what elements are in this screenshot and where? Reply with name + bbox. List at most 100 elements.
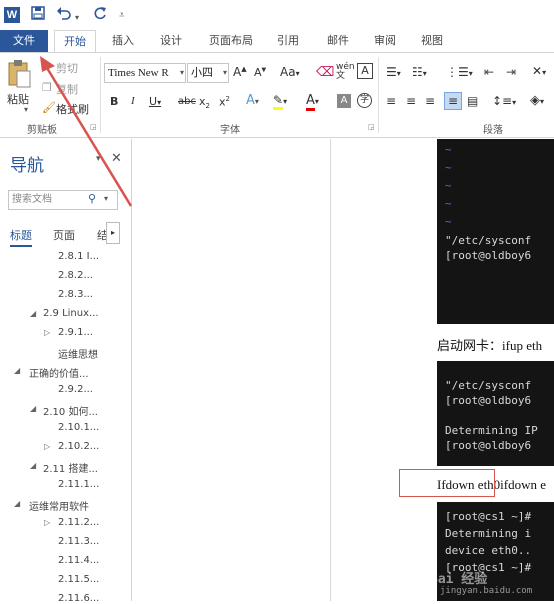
align-center-icon[interactable]: ≡ (406, 94, 416, 108)
highlight-icon[interactable]: ✎▾ (273, 93, 287, 110)
superscript-icon[interactable]: x2 (219, 95, 230, 109)
nav-item[interactable]: 2.11 搭建... (43, 460, 98, 475)
cut-button[interactable]: 剪切 (56, 60, 78, 76)
paste-button[interactable] (6, 59, 32, 92)
nav-item[interactable]: 2.10.1... (58, 422, 99, 433)
nav-item[interactable]: 2.11.3... (58, 536, 99, 547)
shading-icon[interactable]: ◈▾ (530, 93, 544, 108)
enclose-characters-icon[interactable]: 字 (357, 93, 372, 108)
nav-item[interactable]: 运维思想 (58, 346, 98, 361)
font-launcher-icon[interactable]: ◲ (368, 123, 375, 131)
tab-design[interactable]: 设计 (151, 30, 191, 52)
tilde-marker: ~ (445, 179, 452, 192)
copy-icon[interactable]: ❐ (42, 81, 52, 94)
font-size-select[interactable]: 小四 ▾ (187, 63, 229, 83)
numbering-icon[interactable]: ☷▾ (412, 65, 427, 79)
subscript-icon[interactable]: x2 (199, 95, 210, 110)
document-page[interactable]: ~ ~ ~ ~ ~ "/etc/sysconf [root@oldboy6 启动… (133, 139, 554, 601)
text-effects-icon[interactable]: A▾ (246, 93, 259, 108)
nav-options-icon[interactable]: ▾ (96, 154, 101, 164)
line-spacing-icon[interactable]: ↕≡▾ (492, 94, 516, 108)
nav-item[interactable]: 2.8.1 I... (58, 251, 99, 262)
nav-item[interactable]: 2.11.2... (58, 517, 99, 528)
distributed-icon[interactable]: ▤ (467, 94, 478, 108)
nav-search-input[interactable]: 搜索文档 (8, 190, 118, 210)
nav-item[interactable]: 2.9.1... (58, 327, 93, 338)
tab-home[interactable]: 开始 (54, 30, 96, 53)
search-dropdown-icon[interactable]: ▾ (104, 194, 108, 203)
align-left-icon[interactable]: ≡ (386, 94, 396, 108)
customize-icon[interactable]: ⩡ (119, 7, 125, 25)
change-case-icon[interactable]: Aa▾ (280, 65, 300, 79)
undo-icon[interactable] (56, 6, 72, 25)
word-icon[interactable]: W (4, 7, 20, 23)
align-right-icon[interactable]: ≡ (425, 94, 435, 108)
font-name-select[interactable]: Times New R ▾ (104, 63, 186, 83)
nav-item[interactable]: 2.10 如何... (43, 403, 98, 418)
nav-tab-scroll-button[interactable]: ▸ (106, 222, 120, 244)
search-icon[interactable]: ⚲ (88, 192, 96, 205)
clear-formatting-icon[interactable]: ⌫ (316, 65, 334, 80)
tab-pages[interactable]: 页面 (53, 227, 75, 243)
format-painter-icon[interactable]: 🖌 (42, 101, 56, 114)
tilde-marker: ~ (445, 215, 452, 228)
tab-view[interactable]: 视图 (412, 30, 452, 52)
tilde-marker: ~ (445, 161, 452, 174)
save-icon[interactable] (31, 6, 45, 25)
collapse-icon[interactable]: ◢ (30, 404, 36, 413)
expand-icon[interactable]: ▷ (44, 442, 50, 451)
undo-dropdown-icon[interactable]: ▾ (75, 9, 79, 27)
nav-item[interactable]: 2.8.3... (58, 289, 93, 300)
group-separator (100, 57, 101, 133)
nav-item[interactable]: 2.9 Linux... (43, 308, 99, 319)
expand-icon[interactable]: ▷ (44, 518, 50, 527)
copy-button[interactable]: 复制 (56, 81, 78, 97)
strikethrough-icon[interactable]: abc (178, 96, 196, 107)
decrease-indent-icon[interactable]: ⇤ (484, 65, 494, 79)
doc-paragraph[interactable]: 启动网卡：ifup eth (437, 335, 542, 354)
collapse-icon[interactable]: ◢ (14, 366, 20, 375)
font-color-icon[interactable]: A▾ (306, 93, 319, 111)
terminal-line: [root@oldboy6 (445, 439, 532, 452)
character-shading-icon[interactable]: A (337, 94, 351, 108)
nav-item[interactable]: 2.11.5... (58, 574, 99, 585)
nav-item[interactable]: 运维常用软件 (29, 498, 89, 513)
justify-icon[interactable]: ≡ (444, 92, 462, 110)
chinese-layout-icon[interactable]: ✕▾ (532, 64, 546, 78)
bullets-icon[interactable]: ☰▾ (386, 65, 401, 79)
nav-item[interactable]: 2.10.2... (58, 441, 99, 452)
nav-item[interactable]: 2.11.4... (58, 555, 99, 566)
tab-references[interactable]: 引用 (268, 30, 308, 52)
nav-item[interactable]: 2.9.2... (58, 384, 93, 395)
cut-icon[interactable]: ✂ (42, 60, 51, 73)
paste-dropdown-icon[interactable]: ▾ (24, 105, 28, 114)
grow-font-icon[interactable]: A▲ (233, 65, 247, 79)
nav-item[interactable]: 2.11.6... (58, 593, 99, 604)
nav-item[interactable]: 2.8.2... (58, 270, 93, 281)
increase-indent-icon[interactable]: ⇥ (506, 65, 516, 79)
collapse-icon[interactable]: ◢ (30, 461, 36, 470)
underline-icon[interactable]: U▾ (149, 95, 161, 108)
tab-review[interactable]: 审阅 (365, 30, 405, 52)
collapse-icon[interactable]: ◢ (14, 499, 20, 508)
tab-mailings[interactable]: 邮件 (318, 30, 358, 52)
redo-icon[interactable] (93, 6, 107, 25)
format-painter-button[interactable]: 格式刷 (56, 101, 89, 117)
italic-icon[interactable]: I (131, 95, 135, 107)
tab-file[interactable]: 文件 (0, 30, 48, 52)
ribbon-tabs: 文件 开始 插入 设计 页面布局 引用 邮件 审阅 视图 (0, 30, 554, 53)
tab-headings[interactable]: 标题 (10, 227, 32, 247)
clipboard-launcher-icon[interactable]: ◲ (90, 123, 97, 131)
nav-item[interactable]: 2.11.1... (58, 479, 99, 490)
shrink-font-icon[interactable]: A▼ (254, 66, 266, 79)
bold-icon[interactable]: B (110, 95, 118, 108)
expand-icon[interactable]: ▷ (44, 328, 50, 337)
nav-item[interactable]: 正确的价值... (29, 365, 89, 380)
close-icon[interactable]: ✕ (111, 151, 122, 166)
character-border-icon[interactable]: A (357, 63, 373, 79)
tab-page-layout[interactable]: 页面布局 (203, 30, 259, 52)
tab-insert[interactable]: 插入 (103, 30, 143, 52)
collapse-icon[interactable]: ◢ (30, 309, 36, 318)
phonetic-guide-icon[interactable]: wén 文 (336, 63, 355, 81)
multilevel-list-icon[interactable]: ⋮☰▾ (446, 65, 473, 79)
